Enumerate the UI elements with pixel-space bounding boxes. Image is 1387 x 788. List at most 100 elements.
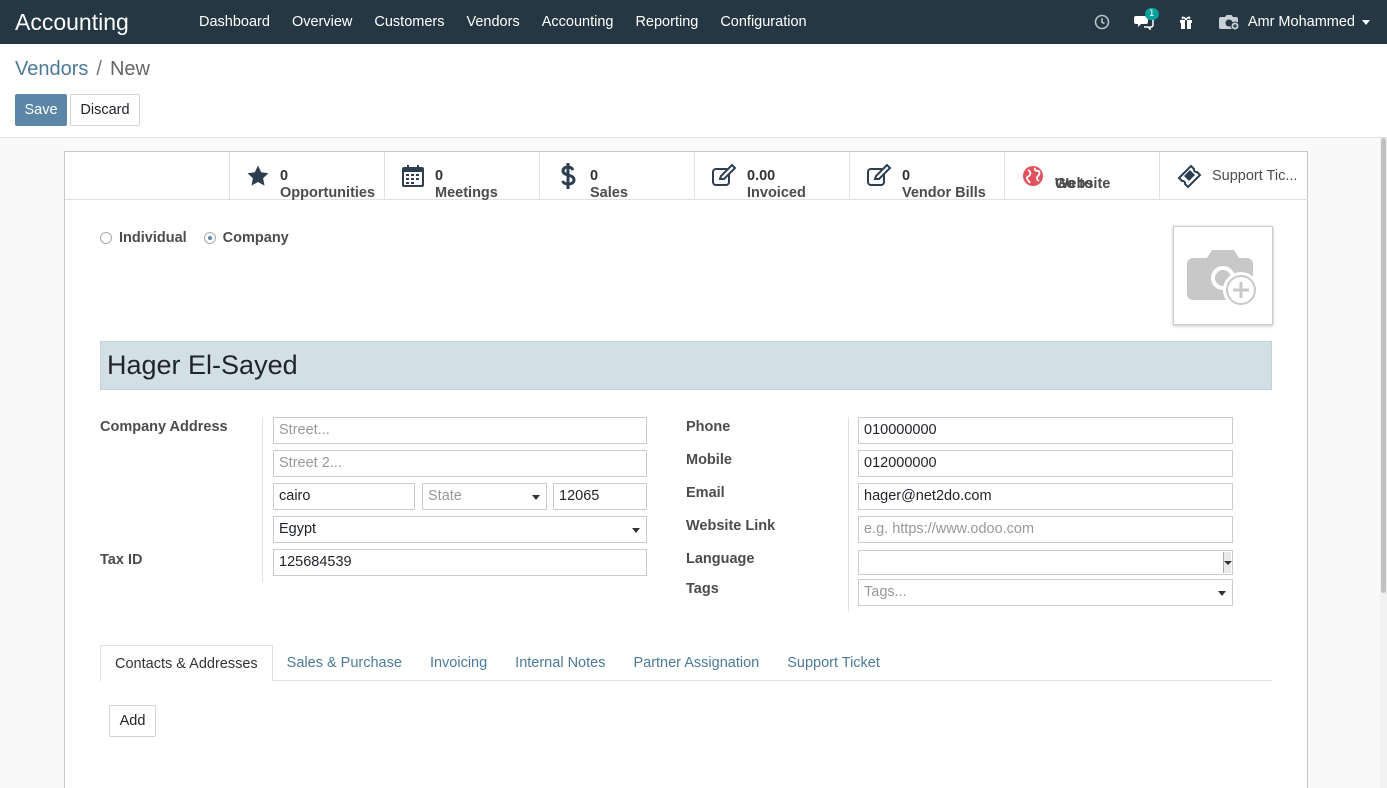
meetings-count: 0: [435, 167, 444, 184]
chevron-down-icon: [1218, 591, 1226, 596]
vendor-bills-label: Vendor Bills: [902, 184, 986, 201]
top-navbar: Accounting Dashboard Overview Customers …: [0, 0, 1387, 44]
page-scrollbar[interactable]: [1380, 138, 1387, 788]
discard-button[interactable]: Discard: [70, 94, 140, 126]
activity-clock-icon[interactable]: [1094, 14, 1110, 30]
chevron-down-icon: [1362, 19, 1370, 25]
tags-input[interactable]: Tags...: [858, 579, 1233, 606]
radio-individual-circle[interactable]: [100, 232, 112, 244]
opportunities-label: Opportunities: [280, 184, 376, 201]
camera-add-icon: [1187, 249, 1259, 308]
tags-placeholder: Tags...: [864, 584, 907, 600]
vendor-bills-count: 0: [902, 167, 911, 184]
language-label: Language: [686, 551, 755, 567]
vendor-bills-button[interactable]: 0 Vendor Bills: [849, 152, 1004, 201]
user-avatar-icon: [1218, 15, 1240, 31]
edit-icon: [867, 164, 892, 186]
left-divider: [262, 417, 263, 582]
tab-partner-assignation[interactable]: Partner Assignation: [619, 645, 773, 681]
form-content-area: 0 Opportunities 0 Meetings 0 Sales 0.00 Invo…: [0, 138, 1380, 788]
country-select[interactable]: Egypt: [273, 516, 647, 543]
chevron-down-icon[interactable]: [1223, 552, 1232, 573]
menu-item-accounting[interactable]: Accounting: [542, 14, 614, 30]
form-sheet: 0 Opportunities 0 Meetings 0 Sales 0.00 Invo…: [64, 151, 1308, 788]
city-input[interactable]: cairo: [273, 483, 415, 510]
invoiced-label: Invoiced: [747, 184, 806, 201]
menu-item-dashboard[interactable]: Dashboard: [199, 14, 270, 30]
tags-label: Tags: [686, 581, 719, 597]
email-label: Email: [686, 485, 725, 501]
control-panel: Vendors / New Save Discard: [0, 44, 1387, 138]
smart-button-box: 0 Opportunities 0 Meetings 0 Sales 0.00 Invo…: [229, 152, 1308, 201]
breadcrumb: Vendors / New: [15, 58, 150, 81]
sales-count: 0: [590, 167, 599, 184]
meetings-label: Meetings: [435, 184, 498, 201]
language-select[interactable]: [858, 550, 1233, 575]
tab-sales-purchase[interactable]: Sales & Purchase: [273, 645, 416, 681]
add-contact-button[interactable]: Add: [109, 705, 156, 737]
menu-item-reporting[interactable]: Reporting: [635, 14, 698, 30]
state-select[interactable]: State: [422, 483, 547, 510]
phone-label: Phone: [686, 419, 731, 435]
main-menu: Dashboard Overview Customers Vendors Acc…: [188, 14, 818, 30]
breadcrumb-current: New: [109, 58, 150, 80]
phone-input[interactable]: 010000000: [858, 417, 1233, 444]
radio-company-circle[interactable]: [203, 232, 216, 244]
dollar-icon: [561, 163, 576, 189]
support-tickets-button[interactable]: Support Tic...: [1159, 152, 1305, 200]
radio-individual[interactable]: Individual: [100, 230, 187, 246]
tax-id-label: Tax ID: [100, 552, 143, 568]
partner-name-input[interactable]: Hager El-Sayed: [100, 341, 1272, 390]
website-link-label: Website Link: [686, 518, 776, 534]
notebook-tabs: Contacts & Addresses Sales & Purchase In…: [100, 645, 1272, 682]
website-label: Website: [1055, 176, 1111, 192]
user-menu[interactable]: Amr Mohammed: [1218, 13, 1370, 31]
company-address-label: Company Address: [100, 419, 228, 435]
website-input[interactable]: e.g. https://www.odoo.com: [858, 516, 1233, 543]
ticket-icon: [1177, 164, 1202, 189]
mobile-input[interactable]: 012000000: [858, 450, 1233, 477]
radio-company-label: Company: [222, 230, 289, 246]
sales-button[interactable]: 0 Sales: [539, 152, 694, 201]
chevron-down-icon: [632, 528, 640, 533]
menu-item-customers[interactable]: Customers: [374, 14, 444, 30]
scrollbar-thumb[interactable]: [1381, 138, 1386, 593]
messages-icon[interactable]: 1: [1133, 8, 1159, 30]
breadcrumb-separator: /: [96, 58, 102, 80]
menu-item-overview[interactable]: Overview: [292, 14, 352, 30]
user-name: Amr Mohammed: [1247, 14, 1355, 30]
meetings-button[interactable]: 0 Meetings: [384, 152, 539, 201]
radio-individual-label: Individual: [119, 230, 187, 246]
tab-internal-notes[interactable]: Internal Notes: [501, 645, 619, 681]
mobile-label: Mobile: [686, 452, 732, 468]
image-upload[interactable]: [1173, 226, 1273, 325]
zip-input[interactable]: 12065: [553, 483, 647, 510]
go-to-website-button[interactable]: Go to Website: [1004, 152, 1159, 200]
tab-support-ticket[interactable]: Support Ticket: [773, 645, 894, 681]
menu-item-configuration[interactable]: Configuration: [720, 14, 806, 30]
globe-icon: [1023, 166, 1043, 186]
save-button[interactable]: Save: [15, 94, 67, 126]
button-box-spacer: [65, 152, 229, 200]
radio-company[interactable]: Company: [203, 230, 289, 246]
star-icon: [247, 165, 269, 186]
invoiced-button[interactable]: 0.00 Invoiced: [694, 152, 849, 201]
street2-input[interactable]: Street 2...: [273, 450, 647, 477]
tab-contacts-addresses[interactable]: Contacts & Addresses: [100, 645, 273, 682]
right-divider: [848, 417, 849, 612]
messages-badge: 1: [1144, 8, 1159, 20]
country-value: Egypt: [279, 521, 317, 537]
email-input[interactable]: hager@net2do.com: [858, 483, 1233, 510]
breadcrumb-vendors[interactable]: Vendors: [15, 58, 88, 80]
menu-item-vendors[interactable]: Vendors: [466, 14, 519, 30]
sales-label: Sales: [590, 184, 628, 201]
invoiced-amount: 0.00: [747, 167, 776, 184]
app-title[interactable]: Accounting: [15, 9, 185, 36]
tax-id-input[interactable]: 125684539: [273, 549, 647, 576]
opportunities-count: 0: [280, 167, 289, 184]
gift-icon[interactable]: [1178, 14, 1194, 30]
opportunities-button[interactable]: 0 Opportunities: [229, 152, 384, 201]
tab-invoicing[interactable]: Invoicing: [416, 645, 501, 681]
street-input[interactable]: Street...: [273, 417, 647, 444]
chevron-down-icon: [532, 495, 540, 500]
